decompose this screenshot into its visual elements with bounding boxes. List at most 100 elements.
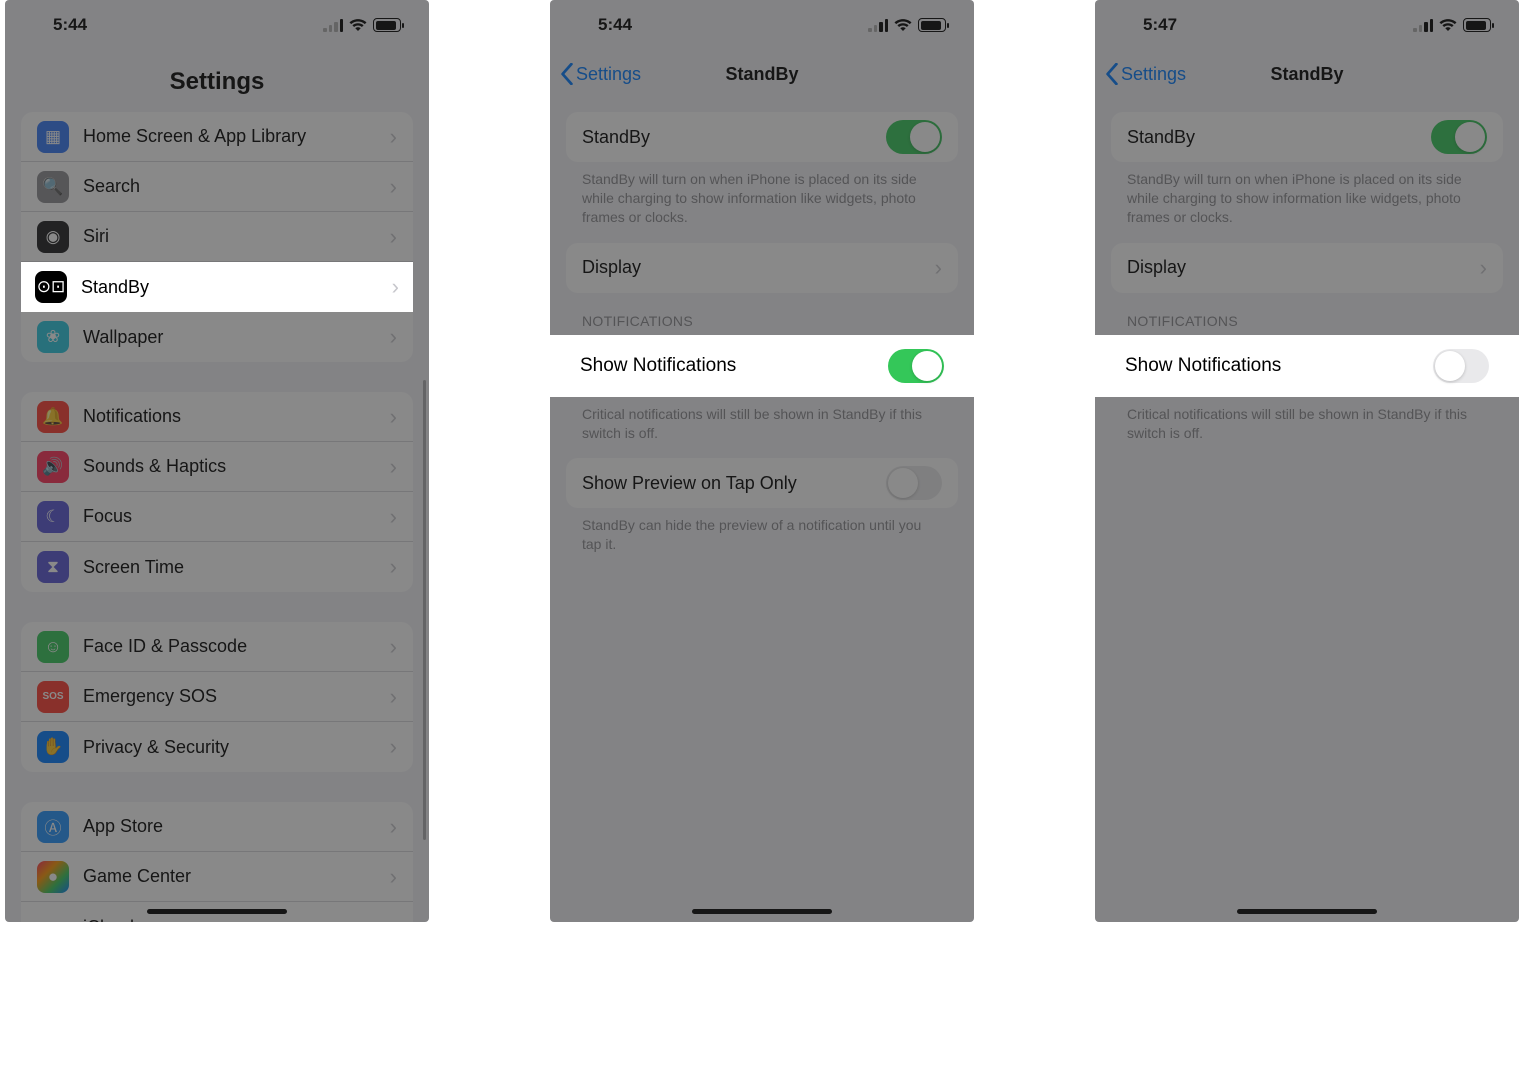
display-row[interactable]: Display ›	[566, 243, 958, 293]
row-label: Game Center	[83, 866, 390, 887]
display-label: Display	[582, 257, 935, 278]
show-notifications-row[interactable]: Show Notifications	[1095, 335, 1519, 397]
back-label: Settings	[576, 64, 641, 85]
chevron-right-icon: ›	[390, 684, 397, 710]
sounds-icon: 🔊	[37, 451, 69, 483]
show-notifications-label: Show Notifications	[580, 355, 888, 377]
critical-description: Critical notifications will still be sho…	[550, 397, 974, 445]
highlight-wrap: ⊙⊡StandBy›	[21, 262, 413, 312]
standby-toggle[interactable]	[886, 120, 942, 154]
critical-description: Critical notifications will still be sho…	[1095, 397, 1519, 445]
phone-screen-1: 5:44 Settings ▦Home Screen & App Library…	[5, 0, 429, 922]
standby-toggle-row[interactable]: StandBy	[566, 112, 958, 162]
status-time: 5:44	[53, 15, 87, 35]
appstore-icon: Ⓐ	[37, 811, 69, 843]
preview-description: StandBy can hide the preview of a notifi…	[550, 508, 974, 556]
settings-row-emergency-sos[interactable]: SOSEmergency SOS›	[21, 672, 413, 722]
row-label: Focus	[83, 506, 390, 527]
chevron-left-icon	[1105, 63, 1119, 85]
settings-row-privacy-security[interactable]: ✋Privacy & Security›	[21, 722, 413, 772]
show-notifications-row-wrap: Show Notifications	[1095, 335, 1519, 397]
preview-toggle[interactable]	[886, 466, 942, 500]
row-label: StandBy	[81, 277, 392, 298]
back-button[interactable]: Settings	[1105, 63, 1186, 85]
home-indicator[interactable]	[1237, 909, 1377, 914]
settings-row-siri[interactable]: ◉Siri›	[21, 212, 413, 262]
home-indicator[interactable]	[692, 909, 832, 914]
settings-row-wallpaper[interactable]: ❀Wallpaper›	[21, 312, 413, 362]
display-label: Display	[1127, 257, 1480, 278]
chevron-right-icon: ›	[390, 224, 397, 250]
preview-section: Show Preview on Tap Only	[566, 458, 958, 508]
settings-row-focus[interactable]: ☾ Focus›	[21, 492, 413, 542]
battery-icon	[373, 18, 401, 32]
settings-row-search[interactable]: 🔍Search›	[21, 162, 413, 212]
siri-icon: ◉	[37, 221, 69, 253]
standby-toggle-row[interactable]: StandBy	[1111, 112, 1503, 162]
row-label: App Store	[83, 816, 390, 837]
settings-row-home-screen-app-library[interactable]: ▦Home Screen & App Library›	[21, 112, 413, 162]
settings-group-2: ☺Face ID & Passcode›SOSEmergency SOS›✋Pr…	[21, 622, 413, 772]
home-indicator[interactable]	[147, 909, 287, 914]
settings-row-sounds-haptics[interactable]: 🔊Sounds & Haptics›	[21, 442, 413, 492]
status-icons	[323, 18, 401, 32]
settings-row-screen-time[interactable]: ⧗Screen Time›	[21, 542, 413, 592]
row-label: Wallpaper	[83, 327, 390, 348]
status-bar: 5:44	[5, 0, 429, 50]
notifications-header: NOTIFICATIONS	[1095, 293, 1519, 335]
gamecenter-icon: ●	[37, 861, 69, 893]
settings-row-notifications[interactable]: 🔔Notifications›	[21, 392, 413, 442]
chevron-left-icon	[560, 63, 574, 85]
standby-toggle-section: StandBy	[566, 112, 958, 162]
battery-icon	[1463, 18, 1491, 32]
wifi-icon	[349, 18, 367, 32]
faceid-icon: ☺	[37, 631, 69, 663]
show-notifications-toggle[interactable]	[1433, 349, 1489, 383]
chevron-right-icon: ›	[390, 814, 397, 840]
icloud-icon: ☁	[37, 911, 69, 922]
row-label: Notifications	[83, 406, 390, 427]
screen-time-icon: ⧗	[37, 551, 69, 583]
row-label: Privacy & Security	[83, 737, 390, 758]
chevron-right-icon: ›	[390, 914, 397, 922]
standby-label: StandBy	[582, 127, 886, 148]
row-label: Emergency SOS	[83, 686, 390, 707]
status-icons	[1413, 18, 1491, 32]
status-icons	[868, 18, 946, 32]
wifi-icon	[894, 18, 912, 32]
display-section: Display ›	[566, 243, 958, 293]
row-label: Face ID & Passcode	[83, 636, 390, 657]
chevron-right-icon: ›	[1480, 255, 1487, 281]
cellular-signal-icon	[323, 19, 343, 32]
wallpaper-icon: ❀	[37, 321, 69, 353]
chevron-right-icon: ›	[390, 454, 397, 480]
settings-row-face-id-passcode[interactable]: ☺ Face ID & Passcode›	[21, 622, 413, 672]
show-notifications-row[interactable]: Show Notifications	[550, 335, 974, 397]
preview-row[interactable]: Show Preview on Tap Only	[566, 458, 958, 508]
nav-bar: Settings StandBy	[550, 50, 974, 98]
phone-screen-3: 5:47 Settings StandBy StandBy StandBy wi…	[1095, 0, 1519, 922]
show-notifications-toggle[interactable]	[888, 349, 944, 383]
standby-description: StandBy will turn on when iPhone is plac…	[1095, 162, 1519, 229]
notifications-icon: 🔔	[37, 401, 69, 433]
settings-row-app-store[interactable]: Ⓐ App Store›	[21, 802, 413, 852]
settings-group-1: 🔔Notifications›🔊Sounds & Haptics›☾Focus›…	[21, 392, 413, 592]
standby-toggle[interactable]	[1431, 120, 1487, 154]
scroll-indicator[interactable]	[423, 380, 426, 840]
nav-bar: Settings StandBy	[1095, 50, 1519, 98]
settings-row-standby[interactable]: ⊙⊡StandBy›	[21, 262, 413, 312]
chevron-right-icon: ›	[390, 504, 397, 530]
page-title: Settings	[5, 50, 429, 112]
display-row[interactable]: Display ›	[1111, 243, 1503, 293]
settings-group-3: ⒶApp Store›●Game Center›☁iCloud›	[21, 802, 413, 922]
row-label: Screen Time	[83, 557, 390, 578]
settings-row-game-center[interactable]: ●Game Center›	[21, 852, 413, 902]
focus-icon: ☾	[37, 501, 69, 533]
standby-description: StandBy will turn on when iPhone is plac…	[550, 162, 974, 229]
display-section: Display ›	[1111, 243, 1503, 293]
privacy-icon: ✋	[37, 731, 69, 763]
home-screen-icon: ▦	[37, 121, 69, 153]
back-button[interactable]: Settings	[560, 63, 641, 85]
preview-label: Show Preview on Tap Only	[582, 473, 886, 494]
chevron-right-icon: ›	[390, 634, 397, 660]
